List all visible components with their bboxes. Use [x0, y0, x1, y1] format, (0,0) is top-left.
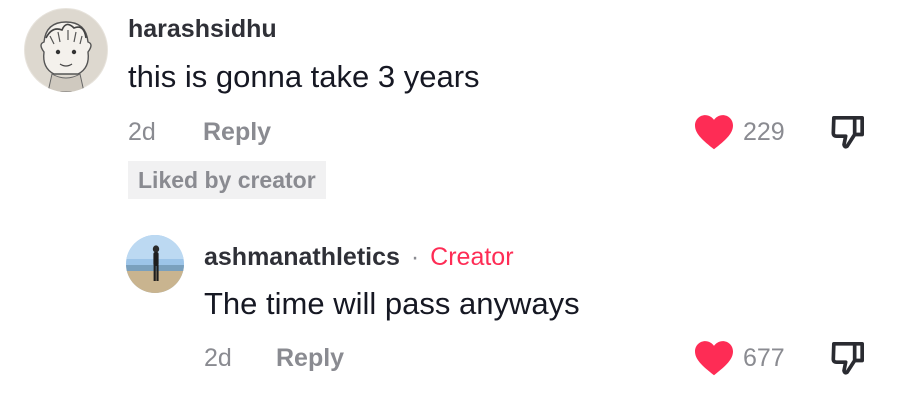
like-count: 677	[743, 344, 785, 372]
creator-tag: Creator	[430, 243, 514, 271]
reply-text: The time will pass anyways	[204, 286, 580, 321]
photo-avatar-image	[126, 235, 184, 293]
heart-icon	[695, 115, 733, 150]
reply-button[interactable]: Reply	[276, 342, 344, 374]
reply-button[interactable]: Reply	[203, 116, 271, 148]
like-button[interactable]: 677	[693, 337, 785, 379]
comment-username[interactable]: harashsidhu	[128, 14, 277, 44]
reply-username-link[interactable]: ashmanathletics	[204, 243, 400, 271]
comment-text: this is gonna take 3 years	[128, 59, 480, 94]
liked-by-creator-badge: Liked by creator	[128, 161, 326, 199]
separator-dot: ·	[410, 243, 420, 271]
avatar[interactable]	[24, 8, 108, 92]
thumbs-down-icon	[831, 116, 864, 149]
dislike-button[interactable]	[828, 112, 868, 152]
heart-icon	[695, 341, 733, 376]
sketch-avatar-image	[24, 8, 108, 92]
comment-age: 2d	[128, 118, 156, 146]
reply-age: 2d	[204, 344, 232, 372]
like-count: 229	[743, 118, 785, 146]
avatar[interactable]	[126, 235, 184, 293]
reply-username: ashmanathletics · Creator	[204, 242, 514, 272]
thumbs-down-icon	[831, 342, 864, 375]
like-button[interactable]: 229	[693, 111, 785, 153]
dislike-button[interactable]	[828, 338, 868, 378]
